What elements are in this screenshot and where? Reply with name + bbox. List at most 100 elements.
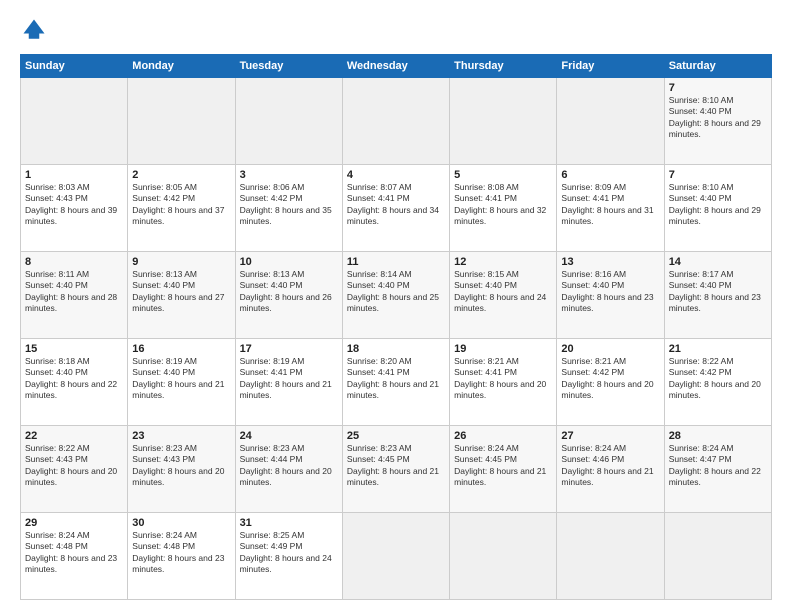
day-number: 1 [25,169,123,181]
day-info: Sunrise: 8:06 AMSunset: 4:42 PMDaylight:… [240,182,332,226]
day-number: 12 [454,256,552,268]
day-info: Sunrise: 8:24 AMSunset: 4:48 PMDaylight:… [25,530,117,574]
day-number: 22 [25,430,123,442]
empty-cell [128,78,235,165]
day-info: Sunrise: 8:16 AMSunset: 4:40 PMDaylight:… [561,269,653,313]
day-cell: 10 Sunrise: 8:13 AMSunset: 4:40 PMDaylig… [235,252,342,339]
day-cell: 2 Sunrise: 8:05 AMSunset: 4:42 PMDayligh… [128,165,235,252]
day-info: Sunrise: 8:24 AMSunset: 4:46 PMDaylight:… [561,443,653,487]
day-number: 26 [454,430,552,442]
day-cell: 7 Sunrise: 8:10 AMSunset: 4:40 PMDayligh… [664,165,771,252]
day-info: Sunrise: 8:21 AMSunset: 4:41 PMDaylight:… [454,356,546,400]
day-number: 24 [240,430,338,442]
day-info: Sunrise: 8:23 AMSunset: 4:43 PMDaylight:… [132,443,224,487]
day-info: Sunrise: 8:24 AMSunset: 4:48 PMDaylight:… [132,530,224,574]
day-cell: 7 Sunrise: 8:10 AMSunset: 4:40 PMDayligh… [664,78,771,165]
day-number: 5 [454,169,552,181]
day-of-week-header: Friday [557,55,664,78]
calendar-row: 1 Sunrise: 8:03 AMSunset: 4:43 PMDayligh… [21,165,772,252]
day-info: Sunrise: 8:08 AMSunset: 4:41 PMDaylight:… [454,182,546,226]
logo [20,16,52,44]
day-cell: 12 Sunrise: 8:15 AMSunset: 4:40 PMDaylig… [450,252,557,339]
day-cell: 19 Sunrise: 8:21 AMSunset: 4:41 PMDaylig… [450,339,557,426]
day-info: Sunrise: 8:07 AMSunset: 4:41 PMDaylight:… [347,182,439,226]
day-info: Sunrise: 8:21 AMSunset: 4:42 PMDaylight:… [561,356,653,400]
header [20,16,772,44]
day-info: Sunrise: 8:24 AMSunset: 4:47 PMDaylight:… [669,443,761,487]
day-cell: 29 Sunrise: 8:24 AMSunset: 4:48 PMDaylig… [21,513,128,600]
day-number: 16 [132,343,230,355]
day-number: 15 [25,343,123,355]
day-number: 21 [669,343,767,355]
day-info: Sunrise: 8:22 AMSunset: 4:43 PMDaylight:… [25,443,117,487]
empty-cell [557,78,664,165]
day-of-week-header: Thursday [450,55,557,78]
day-info: Sunrise: 8:22 AMSunset: 4:42 PMDaylight:… [669,356,761,400]
day-number: 7 [669,169,767,181]
day-number: 7 [669,82,767,94]
day-info: Sunrise: 8:03 AMSunset: 4:43 PMDaylight:… [25,182,117,226]
empty-cell [664,513,771,600]
day-number: 18 [347,343,445,355]
day-cell: 18 Sunrise: 8:20 AMSunset: 4:41 PMDaylig… [342,339,449,426]
day-number: 3 [240,169,338,181]
day-info: Sunrise: 8:10 AMSunset: 4:40 PMDaylight:… [669,95,761,139]
day-number: 31 [240,517,338,529]
day-number: 17 [240,343,338,355]
day-of-week-header: Sunday [21,55,128,78]
day-cell: 4 Sunrise: 8:07 AMSunset: 4:41 PMDayligh… [342,165,449,252]
day-cell: 17 Sunrise: 8:19 AMSunset: 4:41 PMDaylig… [235,339,342,426]
day-info: Sunrise: 8:13 AMSunset: 4:40 PMDaylight:… [240,269,332,313]
day-cell: 6 Sunrise: 8:09 AMSunset: 4:41 PMDayligh… [557,165,664,252]
day-of-week-header: Saturday [664,55,771,78]
calendar-row: 15 Sunrise: 8:18 AMSunset: 4:40 PMDaylig… [21,339,772,426]
day-cell: 23 Sunrise: 8:23 AMSunset: 4:43 PMDaylig… [128,426,235,513]
day-number: 6 [561,169,659,181]
day-cell: 31 Sunrise: 8:25 AMSunset: 4:49 PMDaylig… [235,513,342,600]
empty-cell [450,513,557,600]
day-info: Sunrise: 8:20 AMSunset: 4:41 PMDaylight:… [347,356,439,400]
calendar-header-row: SundayMondayTuesdayWednesdayThursdayFrid… [21,55,772,78]
calendar-row: 22 Sunrise: 8:22 AMSunset: 4:43 PMDaylig… [21,426,772,513]
day-cell: 16 Sunrise: 8:19 AMSunset: 4:40 PMDaylig… [128,339,235,426]
day-of-week-header: Wednesday [342,55,449,78]
day-info: Sunrise: 8:11 AMSunset: 4:40 PMDaylight:… [25,269,117,313]
day-cell: 27 Sunrise: 8:24 AMSunset: 4:46 PMDaylig… [557,426,664,513]
empty-cell [450,78,557,165]
day-number: 23 [132,430,230,442]
empty-cell [342,513,449,600]
day-cell: 1 Sunrise: 8:03 AMSunset: 4:43 PMDayligh… [21,165,128,252]
day-info: Sunrise: 8:14 AMSunset: 4:40 PMDaylight:… [347,269,439,313]
calendar-row: 7 Sunrise: 8:10 AMSunset: 4:40 PMDayligh… [21,78,772,165]
day-cell: 3 Sunrise: 8:06 AMSunset: 4:42 PMDayligh… [235,165,342,252]
day-cell: 20 Sunrise: 8:21 AMSunset: 4:42 PMDaylig… [557,339,664,426]
day-cell: 21 Sunrise: 8:22 AMSunset: 4:42 PMDaylig… [664,339,771,426]
day-cell: 22 Sunrise: 8:22 AMSunset: 4:43 PMDaylig… [21,426,128,513]
empty-cell [21,78,128,165]
day-number: 30 [132,517,230,529]
day-cell: 9 Sunrise: 8:13 AMSunset: 4:40 PMDayligh… [128,252,235,339]
day-cell: 26 Sunrise: 8:24 AMSunset: 4:45 PMDaylig… [450,426,557,513]
day-cell: 30 Sunrise: 8:24 AMSunset: 4:48 PMDaylig… [128,513,235,600]
day-of-week-header: Monday [128,55,235,78]
calendar-table: SundayMondayTuesdayWednesdayThursdayFrid… [20,54,772,600]
day-info: Sunrise: 8:19 AMSunset: 4:41 PMDaylight:… [240,356,332,400]
day-cell: 24 Sunrise: 8:23 AMSunset: 4:44 PMDaylig… [235,426,342,513]
day-number: 20 [561,343,659,355]
day-cell: 28 Sunrise: 8:24 AMSunset: 4:47 PMDaylig… [664,426,771,513]
day-number: 10 [240,256,338,268]
day-number: 28 [669,430,767,442]
day-info: Sunrise: 8:18 AMSunset: 4:40 PMDaylight:… [25,356,117,400]
day-number: 29 [25,517,123,529]
calendar-row: 8 Sunrise: 8:11 AMSunset: 4:40 PMDayligh… [21,252,772,339]
day-info: Sunrise: 8:19 AMSunset: 4:40 PMDaylight:… [132,356,224,400]
day-info: Sunrise: 8:10 AMSunset: 4:40 PMDaylight:… [669,182,761,226]
day-cell: 15 Sunrise: 8:18 AMSunset: 4:40 PMDaylig… [21,339,128,426]
day-number: 13 [561,256,659,268]
empty-cell [557,513,664,600]
day-info: Sunrise: 8:23 AMSunset: 4:45 PMDaylight:… [347,443,439,487]
day-number: 27 [561,430,659,442]
day-of-week-header: Tuesday [235,55,342,78]
day-number: 19 [454,343,552,355]
day-info: Sunrise: 8:09 AMSunset: 4:41 PMDaylight:… [561,182,653,226]
